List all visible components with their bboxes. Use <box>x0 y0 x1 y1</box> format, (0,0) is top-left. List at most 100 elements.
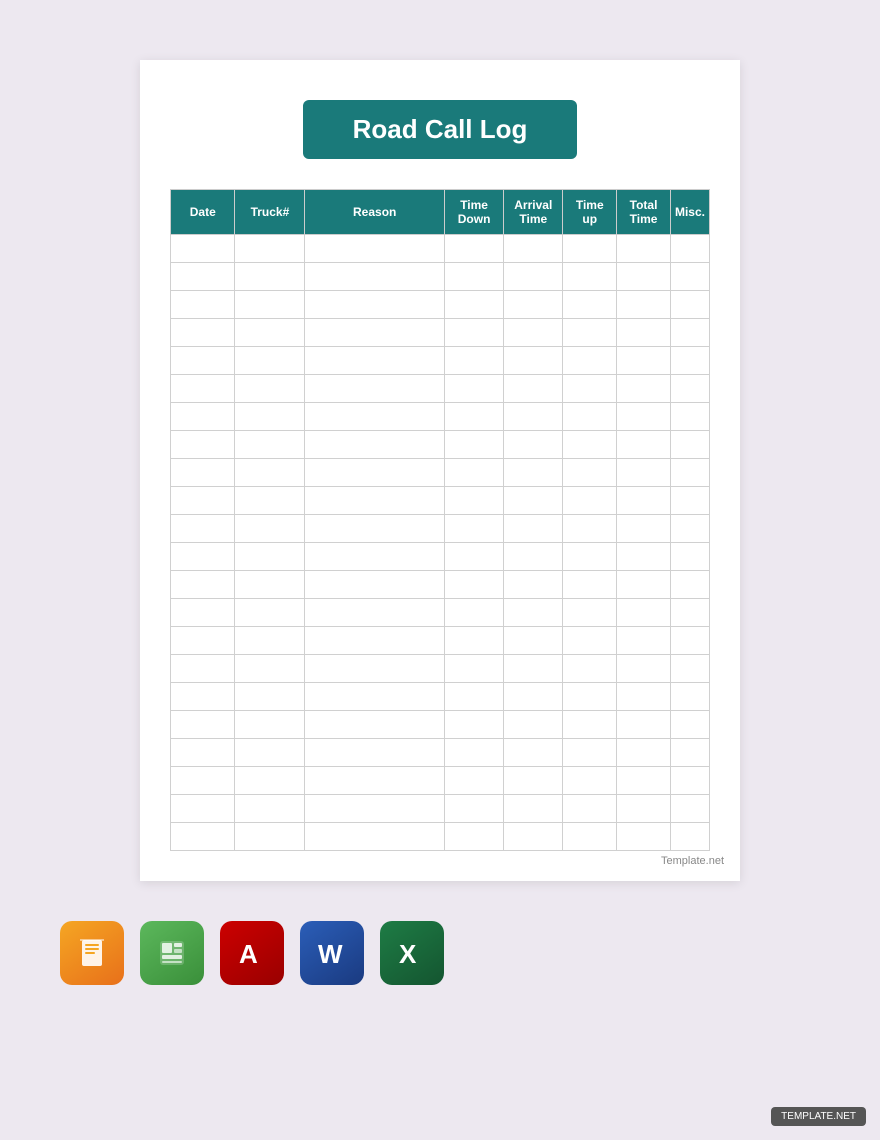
table-cell <box>171 655 235 683</box>
table-cell <box>504 235 563 263</box>
table-cell <box>305 655 445 683</box>
table-row <box>171 683 710 711</box>
table-cell <box>670 235 709 263</box>
table-cell <box>445 459 504 487</box>
table-cell <box>305 319 445 347</box>
table-row <box>171 375 710 403</box>
table-cell <box>445 823 504 851</box>
table-row <box>171 711 710 739</box>
table-cell <box>670 375 709 403</box>
table-cell <box>617 403 671 431</box>
icon-excel[interactable]: X <box>380 921 444 985</box>
table-cell <box>563 319 617 347</box>
col-header-misc: Misc. <box>670 190 709 235</box>
table-cell <box>171 459 235 487</box>
table-cell <box>617 263 671 291</box>
table-cell <box>563 823 617 851</box>
table-cell <box>235 515 305 543</box>
table-cell <box>670 655 709 683</box>
table-cell <box>445 487 504 515</box>
table-cell <box>563 235 617 263</box>
table-cell <box>171 599 235 627</box>
table-cell <box>171 319 235 347</box>
table-cell <box>235 431 305 459</box>
table-cell <box>305 263 445 291</box>
table-cell <box>445 235 504 263</box>
table-cell <box>305 739 445 767</box>
table-cell <box>504 319 563 347</box>
col-header-time-down: TimeDown <box>445 190 504 235</box>
table-cell <box>504 571 563 599</box>
table-cell <box>504 291 563 319</box>
table-cell <box>617 823 671 851</box>
col-header-reason: Reason <box>305 190 445 235</box>
table-cell <box>504 403 563 431</box>
col-header-date: Date <box>171 190 235 235</box>
table-cell <box>617 375 671 403</box>
table-cell <box>563 571 617 599</box>
table-row <box>171 599 710 627</box>
table-cell <box>617 767 671 795</box>
table-cell <box>445 319 504 347</box>
table-cell <box>171 263 235 291</box>
table-cell <box>305 515 445 543</box>
table-cell <box>563 431 617 459</box>
table-row <box>171 571 710 599</box>
table-cell <box>235 627 305 655</box>
table-row <box>171 767 710 795</box>
table-cell <box>305 795 445 823</box>
table-cell <box>305 767 445 795</box>
table-cell <box>617 599 671 627</box>
table-cell <box>445 571 504 599</box>
table-cell <box>445 683 504 711</box>
table-cell <box>445 599 504 627</box>
table-cell <box>504 375 563 403</box>
table-cell <box>563 627 617 655</box>
table-cell <box>445 431 504 459</box>
table-cell <box>504 739 563 767</box>
table-cell <box>171 543 235 571</box>
table-cell <box>563 739 617 767</box>
table-cell <box>563 767 617 795</box>
icon-pages[interactable] <box>60 921 124 985</box>
table-cell <box>563 347 617 375</box>
document-title: Road Call Log <box>303 100 578 159</box>
table-cell <box>235 375 305 403</box>
template-badge: TEMPLATE.NET <box>771 1107 866 1126</box>
table-row <box>171 319 710 347</box>
table-cell <box>563 683 617 711</box>
table-cell <box>305 599 445 627</box>
table-cell <box>171 235 235 263</box>
table-cell <box>445 375 504 403</box>
table-cell <box>445 347 504 375</box>
icon-numbers[interactable] <box>140 921 204 985</box>
table-cell <box>235 543 305 571</box>
icon-word[interactable]: W <box>300 921 364 985</box>
icon-acrobat[interactable]: A <box>220 921 284 985</box>
table-cell <box>171 403 235 431</box>
table-cell <box>670 515 709 543</box>
table-cell <box>504 711 563 739</box>
table-row <box>171 263 710 291</box>
table-cell <box>670 543 709 571</box>
table-row <box>171 515 710 543</box>
table-cell <box>563 515 617 543</box>
table-cell <box>445 739 504 767</box>
table-cell <box>235 347 305 375</box>
table-cell <box>670 459 709 487</box>
title-container: Road Call Log <box>170 100 710 159</box>
table-cell <box>305 543 445 571</box>
table-cell <box>617 319 671 347</box>
table-cell <box>670 291 709 319</box>
table-cell <box>563 543 617 571</box>
table-cell <box>235 683 305 711</box>
table-cell <box>504 459 563 487</box>
table-cell <box>617 431 671 459</box>
table-cell <box>305 627 445 655</box>
table-cell <box>617 543 671 571</box>
table-header-row: Date Truck# Reason TimeDown ArrivalTime … <box>171 190 710 235</box>
col-header-time-up: Timeup <box>563 190 617 235</box>
table-cell <box>670 823 709 851</box>
table-cell <box>235 291 305 319</box>
table-cell <box>445 263 504 291</box>
